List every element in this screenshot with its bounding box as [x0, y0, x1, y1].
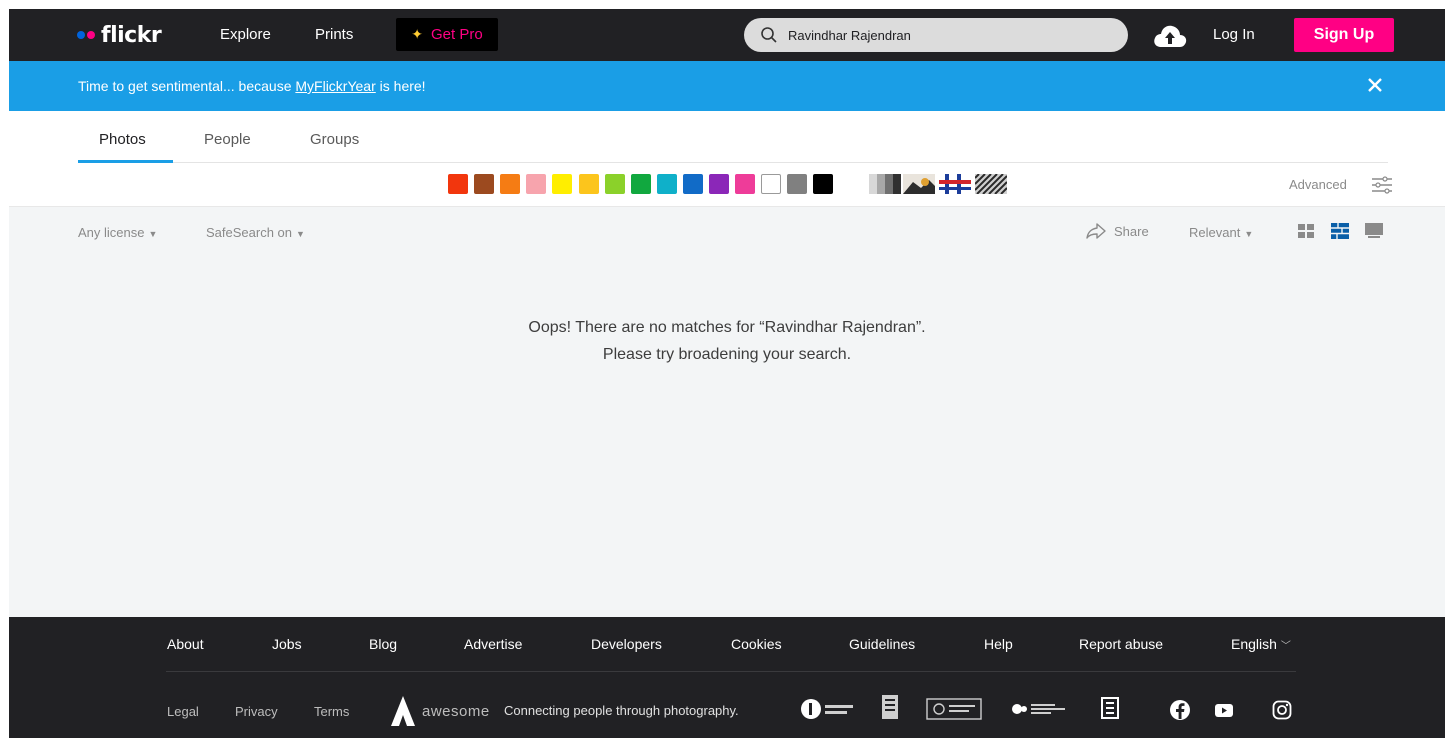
sort-dropdown[interactable]: Relevant ▼: [1189, 225, 1253, 240]
language-selector[interactable]: English ﹀: [1231, 636, 1291, 652]
color-swatch[interactable]: [787, 174, 808, 194]
one-percent-planet-logo-icon[interactable]: [799, 693, 859, 725]
license-filter-dropdown[interactable]: Any license ▼: [78, 225, 157, 240]
footer-link-guidelines[interactable]: Guidelines: [849, 636, 915, 652]
no-results-line-1: Oops! There are no matches for “Ravindha…: [528, 319, 926, 336]
caret-down-icon: ▼: [1244, 229, 1254, 239]
footer-link-help[interactable]: Help: [984, 636, 1013, 652]
get-pro-button[interactable]: ✦ Get Pro: [396, 18, 498, 51]
myflickryear-link[interactable]: MyFlickrYear: [295, 78, 375, 94]
advanced-filter-icon[interactable]: [1371, 176, 1393, 194]
tab-groups[interactable]: Groups: [310, 131, 359, 148]
pattern-black-white-icon[interactable]: [869, 174, 901, 194]
get-pro-label: Get Pro: [431, 26, 483, 43]
tab-people[interactable]: People: [204, 131, 251, 148]
no-results-message: Oops! There are no matches for “Ravindha…: [9, 314, 1445, 368]
youtube-icon[interactable]: [1213, 699, 1235, 721]
banner-prefix: Time to get sentimental... because: [78, 78, 296, 94]
nav-explore-link[interactable]: Explore: [220, 26, 271, 43]
color-swatch[interactable]: [474, 174, 495, 194]
search-input[interactable]: [788, 27, 1108, 43]
color-swatch[interactable]: [552, 174, 573, 194]
color-swatch[interactable]: [735, 174, 756, 194]
color-swatch[interactable]: [656, 174, 677, 194]
footer-link-terms[interactable]: Terms: [314, 704, 349, 719]
e-badge-logo-icon[interactable]: [1095, 693, 1125, 725]
justified-view-icon[interactable]: [1331, 223, 1349, 239]
logo-wordmark: flickr: [101, 22, 162, 48]
search-tabs: Photos People Groups: [78, 111, 1388, 163]
pattern-shallow-depth-icon[interactable]: [903, 174, 935, 194]
logo-pink-dot: [87, 31, 95, 39]
footer-link-privacy[interactable]: Privacy: [235, 704, 278, 719]
color-swatch[interactable]: [813, 174, 834, 194]
caret-down-icon: ▼: [296, 229, 305, 239]
banner-suffix: is here!: [375, 78, 426, 94]
color-swatch[interactable]: [761, 174, 782, 194]
search-results-area: Any license ▼ SafeSearch on ▼ Share Releva…: [9, 207, 1445, 617]
color-swatch[interactable]: [526, 174, 547, 194]
footer-link-jobs[interactable]: Jobs: [272, 636, 302, 652]
color-swatch[interactable]: [682, 174, 703, 194]
announcement-banner: Time to get sentimental... because MyFli…: [9, 61, 1445, 111]
sort-label: Relevant: [1189, 225, 1241, 240]
guest-editors-logo-icon[interactable]: [925, 693, 983, 725]
grid-small-view-icon[interactable]: [1297, 223, 1315, 239]
top-navigation-bar: flickr Explore Prints ✦ Get Pro Log In S…: [9, 9, 1445, 61]
safesearch-dropdown[interactable]: SafeSearch on ▼: [206, 225, 305, 240]
search-icon: [761, 27, 777, 43]
sparkle-icon: ✦: [411, 26, 424, 42]
login-link[interactable]: Log In: [1213, 26, 1255, 43]
caret-down-icon: ▼: [148, 229, 158, 239]
footer-link-report-abuse[interactable]: Report abuse: [1079, 636, 1163, 652]
share-arrow-icon: [1086, 223, 1106, 239]
pattern-patterns-icon[interactable]: [975, 174, 1007, 194]
footer-divider: [166, 671, 1296, 672]
license-filter-label: Any license: [78, 225, 145, 240]
site-footer: About Jobs Blog Advertise Developers Coo…: [9, 617, 1445, 738]
instagram-icon[interactable]: [1271, 699, 1293, 721]
footer-link-blog[interactable]: Blog: [369, 636, 397, 652]
search-bar[interactable]: [744, 18, 1128, 52]
color-swatch[interactable]: [448, 174, 468, 194]
flickr-search-page: flickr Explore Prints ✦ Get Pro Log In S…: [0, 0, 1454, 738]
tab-photos[interactable]: Photos: [99, 131, 146, 148]
chevron-down-icon: ﹀: [1280, 641, 1291, 652]
logo-blue-dot: [77, 31, 85, 39]
footer-tagline: Connecting people through photography.: [504, 703, 739, 718]
conservation-alliance-logo-icon[interactable]: [1009, 693, 1071, 725]
facebook-icon[interactable]: [1169, 699, 1191, 721]
color-filter-row: Advanced: [9, 163, 1445, 207]
share-label: Share: [1114, 223, 1149, 239]
safesearch-label: SafeSearch on: [206, 225, 293, 240]
awesome-a-logo-icon: [391, 696, 415, 726]
language-label: English: [1231, 636, 1277, 652]
color-swatch[interactable]: [709, 174, 729, 194]
signup-button[interactable]: Sign Up: [1294, 18, 1394, 52]
smugmug-badge-logo-icon[interactable]: [877, 693, 903, 725]
banner-message: Time to get sentimental... because MyFli…: [78, 78, 426, 94]
close-icon[interactable]: [1365, 75, 1385, 95]
no-results-line-2: Please try broadening your search.: [602, 346, 852, 363]
footer-link-developers[interactable]: Developers: [591, 636, 662, 652]
detail-view-icon[interactable]: [1365, 223, 1383, 239]
awesome-brand[interactable]: awesome: [390, 695, 490, 727]
footer-link-about[interactable]: About: [167, 636, 204, 652]
color-swatch[interactable]: [604, 174, 625, 194]
footer-link-legal[interactable]: Legal: [167, 704, 199, 719]
pattern-minimal-icon[interactable]: [939, 174, 971, 194]
awesome-wordmark: awesome: [422, 702, 490, 720]
flickr-logo[interactable]: flickr: [77, 22, 162, 48]
footer-link-advertise[interactable]: Advertise: [464, 636, 522, 652]
color-swatch[interactable]: [630, 174, 651, 194]
share-button[interactable]: Share: [1086, 222, 1149, 240]
color-swatch[interactable]: [500, 174, 521, 194]
advanced-search-link[interactable]: Advanced: [1289, 177, 1347, 192]
upload-cloud-icon[interactable]: [1152, 23, 1188, 49]
nav-prints-link[interactable]: Prints: [315, 26, 353, 43]
footer-link-cookies[interactable]: Cookies: [731, 636, 782, 652]
color-swatch[interactable]: [578, 174, 599, 194]
